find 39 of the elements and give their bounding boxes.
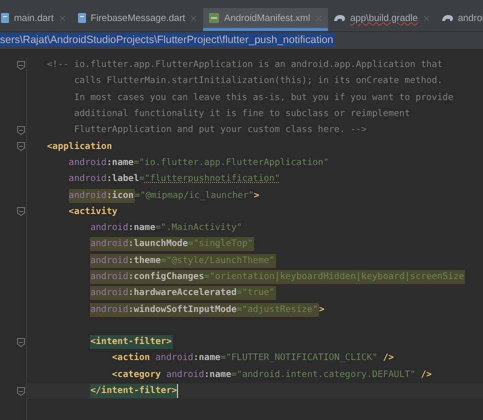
file-icon bbox=[76, 12, 87, 24]
code-text: <!-- io.flutter.app.FlutterApplication is an android.app.Application that bbox=[47, 59, 444, 72]
code-text: android:name=".MainActivity" bbox=[90, 222, 244, 236]
code-text: <category android:name="android.intent.category.DEFAULT" /> bbox=[112, 368, 433, 382]
fold-icon[interactable] bbox=[17, 142, 25, 152]
code-text: android:hardwareAccelerated="true" bbox=[90, 286, 276, 300]
file-path: sers\Rajat\AndroidStudioProjects\FlutterProject\flutter_push_notification bbox=[0, 33, 336, 47]
code-text: <activity bbox=[68, 206, 118, 219]
code-text: android:configChanges="orientation|keyboardHidden|keyboard|screenSize bbox=[90, 270, 466, 284]
fold-icon[interactable] bbox=[17, 338, 25, 347]
code-text: <action android:name="FLUTTER_NOTIFICATION_CLICK" /> bbox=[112, 352, 395, 366]
code-text: android:launchMode="singleTop" bbox=[90, 237, 254, 252]
code-text: android:icon bbox=[68, 188, 135, 203]
code-text: ="@mipmap/ic_launcher"> bbox=[134, 190, 260, 203]
fold-icon[interactable] bbox=[17, 386, 25, 396]
close-icon[interactable] bbox=[58, 14, 67, 22]
code-text: <intent-filter> bbox=[90, 335, 173, 350]
editor-tab[interactable]: FirebaseMessage.dart bbox=[72, 8, 204, 31]
close-icon[interactable] bbox=[422, 14, 431, 22]
editor-tab[interactable]: AndroidManifest.xml bbox=[203, 8, 328, 31]
close-icon[interactable] bbox=[189, 14, 198, 22]
code-text: android:theme="@style/LaunchTheme" bbox=[90, 254, 276, 268]
file-icon bbox=[0, 12, 10, 24]
code-text: > bbox=[318, 304, 326, 317]
fold-icon[interactable] bbox=[17, 60, 25, 70]
fold-icon[interactable] bbox=[17, 126, 25, 135]
code-text: additional functionality it is fine to subclass or reimplement bbox=[74, 108, 412, 122]
code-text: In most cases you can leave this as-is, but you if you want to provide bbox=[74, 92, 454, 105]
code-text: FlutterApplication and put your custom class here. --> bbox=[74, 124, 368, 138]
code-text: android:name="io.flutter.app.FlutterApplication" bbox=[68, 156, 330, 170]
code-text: calls FlutterMain.startInitialization(this); in its onCreate method. bbox=[74, 75, 444, 88]
fold-icon[interactable] bbox=[17, 207, 25, 216]
code-text: <application bbox=[47, 140, 114, 154]
code-text: android:windowSoftInputMode="adjustResize" bbox=[90, 302, 319, 317]
code-text: </intent-filter> bbox=[90, 384, 178, 398]
code-text: android:label="flutterpushnotification" bbox=[68, 173, 282, 186]
editor-tab[interactable]: main.dart bbox=[0, 8, 72, 31]
editor-tab[interactable]: app\build.gradle bbox=[328, 8, 436, 31]
file-icon bbox=[208, 12, 220, 24]
